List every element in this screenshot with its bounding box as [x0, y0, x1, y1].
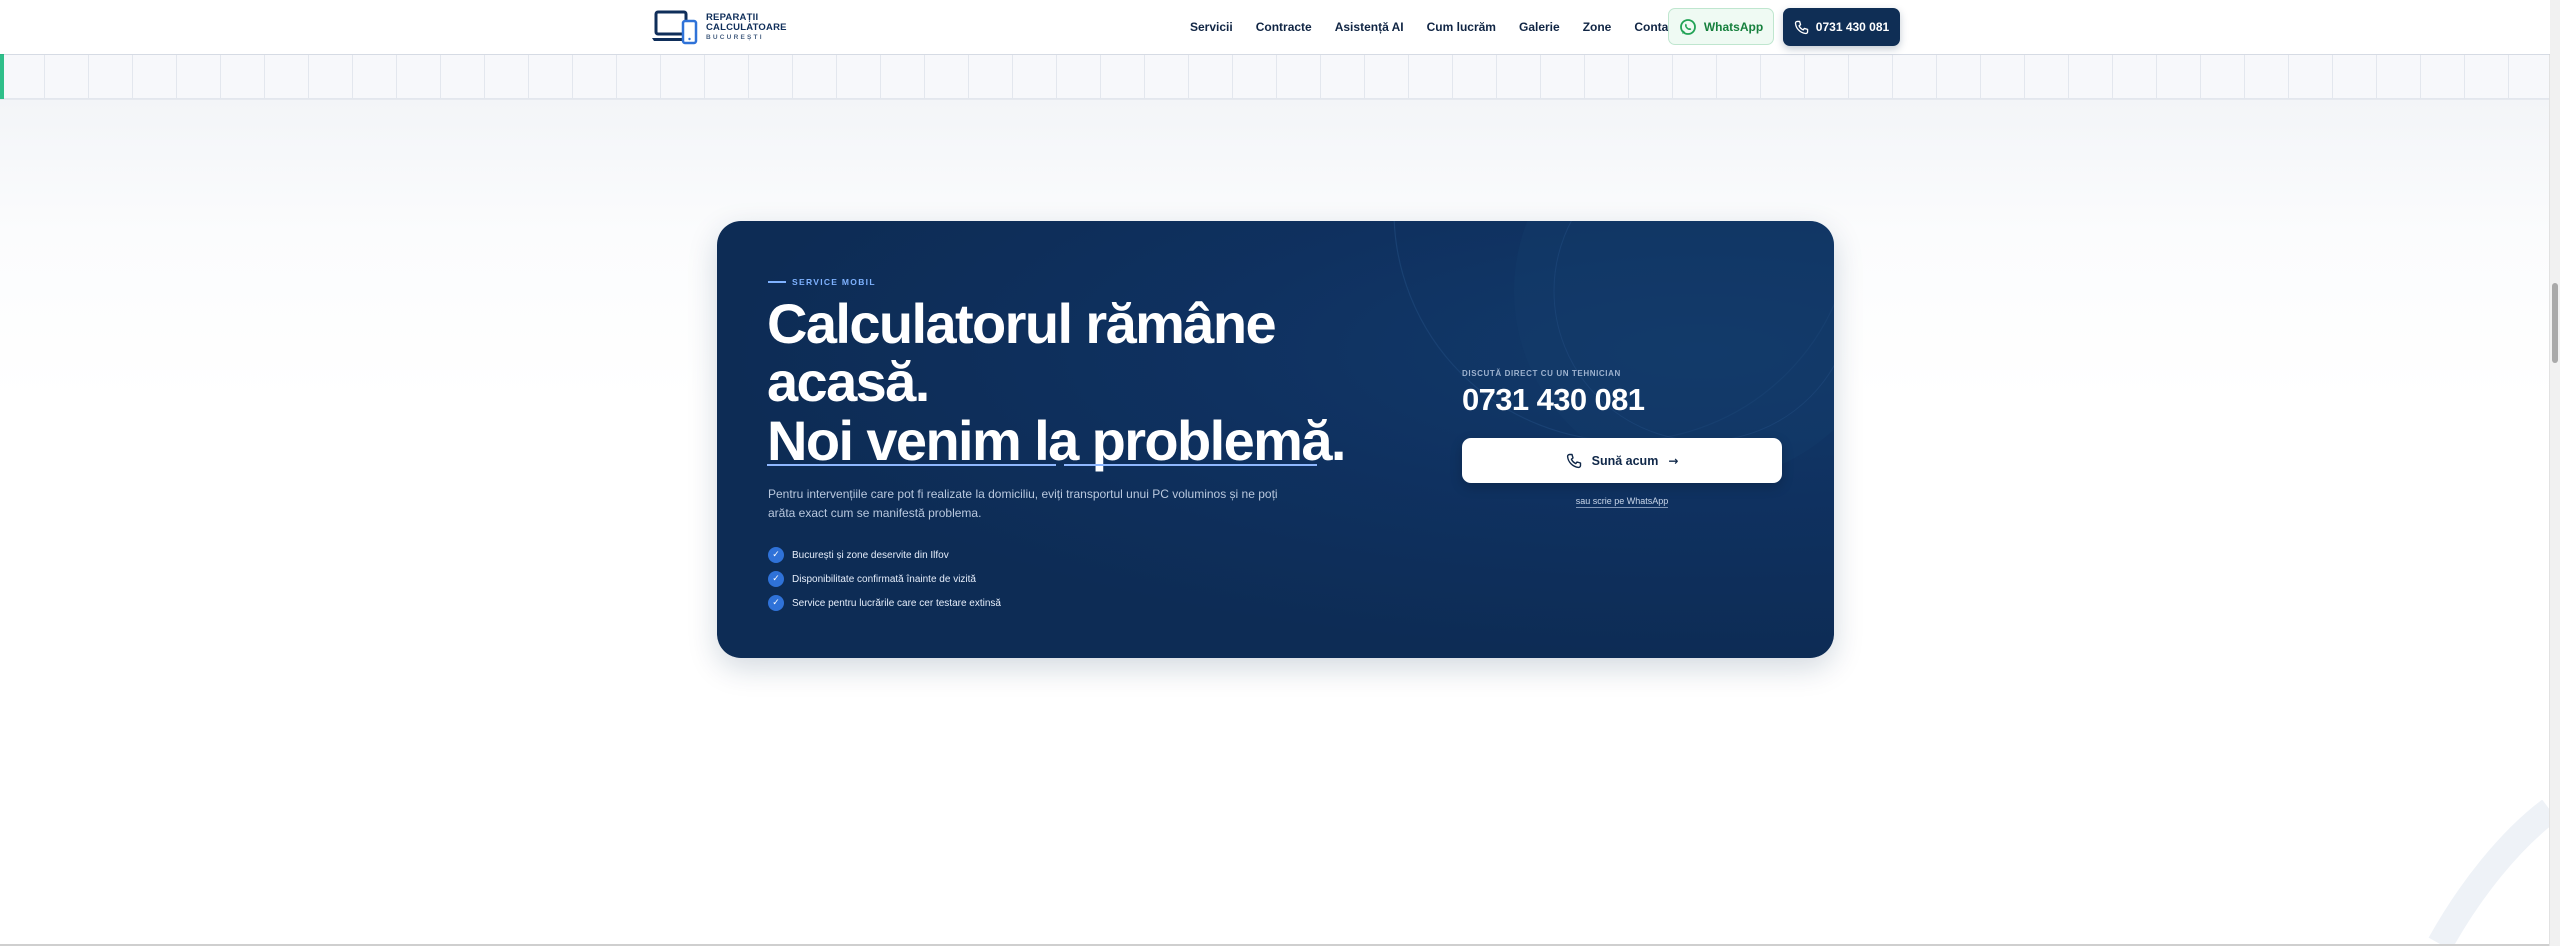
brand-logo[interactable]: REPARAȚII CALCULATOARE BUCUREȘTI — [652, 9, 787, 45]
brand-line-2: CALCULATOARE — [706, 22, 787, 34]
nav-item-asistenta-ai[interactable]: Asistență AI — [1335, 20, 1404, 34]
talk-label: DISCUTĂ DIRECT CU UN TEHNICIAN — [1462, 369, 1621, 378]
call-now-button[interactable]: Sună acum → — [1462, 438, 1782, 483]
scrollbar-thumb[interactable] — [2552, 283, 2558, 363]
list-item-text: Disponibilitate confirmată înainte de vi… — [792, 573, 976, 585]
mobile-service-card: SERVICE MOBIL Calculatorul rămâne acasă.… — [717, 221, 1834, 658]
whatsapp-button[interactable]: WhatsApp — [1668, 8, 1774, 45]
page-title: Calculatorul rămâne acasă. Noi venim la … — [767, 292, 1346, 470]
whatsapp-icon — [1679, 18, 1696, 35]
nav-item-cum-lucram[interactable]: Cum lucrăm — [1427, 20, 1496, 34]
header-phone-button[interactable]: 0731 430 081 — [1783, 8, 1900, 46]
accent-bar — [0, 54, 4, 99]
grid-pattern-band — [0, 54, 2550, 100]
title-line-3: Noi venim la problemă. — [767, 409, 1346, 472]
title-line-2: acasă. — [767, 350, 930, 413]
brand-line-3: BUCUREȘTI — [706, 33, 764, 41]
checkmark-icon: ✓ — [768, 547, 784, 563]
whatsapp-link[interactable]: sau scrie pe WhatsApp — [1462, 496, 1782, 508]
call-now-label: Sună acum — [1591, 453, 1659, 468]
arrow-right-icon: → — [1668, 453, 1679, 468]
nav-item-contracte[interactable]: Contracte — [1256, 20, 1312, 34]
list-item-text: Service pentru lucrările care cer testar… — [792, 597, 1001, 609]
brand-line-1: REPARAȚII — [706, 11, 759, 23]
eyebrow: SERVICE MOBIL — [768, 277, 876, 287]
list-item: ✓ Disponibilitate confirmată înainte de … — [768, 567, 1001, 591]
main-nav: Servicii Contracte Asistență AI Cum lucr… — [1190, 0, 1702, 54]
title-underline-2 — [1064, 464, 1317, 466]
lead-text: Pentru intervențiile care pot fi realiza… — [768, 487, 1278, 520]
feature-list: ✓ București și zone deservite din Ilfov … — [768, 543, 1001, 615]
header-phone-label: 0731 430 081 — [1815, 20, 1890, 34]
whatsapp-link-text: sau scrie pe WhatsApp — [1575, 496, 1669, 508]
corner-decoration — [2428, 800, 2550, 944]
contact-block: DISCUTĂ DIRECT CU UN TEHNICIAN 0731 430 … — [1462, 369, 1645, 418]
nav-item-servicii[interactable]: Servicii — [1190, 20, 1233, 34]
list-item: ✓ Service pentru lucrările care cer test… — [768, 591, 1001, 615]
phone-icon — [1566, 453, 1581, 468]
list-item: ✓ București și zone deservite din Ilfov — [768, 543, 1001, 567]
list-item-text: București și zone deservite din Ilfov — [792, 549, 949, 561]
brand-name: REPARAȚII CALCULATOARE BUCUREȘTI — [706, 13, 787, 42]
phone-number[interactable]: 0731 430 081 — [1462, 382, 1645, 418]
eyebrow-text: SERVICE MOBIL — [792, 277, 876, 287]
checkmark-icon: ✓ — [768, 571, 784, 587]
phone-icon — [1794, 20, 1809, 34]
eyebrow-line — [768, 281, 786, 283]
title-underline-1 — [767, 464, 1056, 466]
checkmark-icon: ✓ — [768, 595, 784, 611]
nav-item-zone[interactable]: Zone — [1583, 20, 1612, 34]
laptop-phone-logo-icon — [652, 9, 698, 45]
nav-item-galerie[interactable]: Galerie — [1519, 20, 1560, 34]
site-header: REPARAȚII CALCULATOARE BUCUREȘTI Servici… — [0, 0, 2550, 54]
page-scrollbar[interactable] — [2549, 0, 2560, 946]
whatsapp-button-label: WhatsApp — [1703, 19, 1764, 34]
title-line-1: Calculatorul rămâne — [767, 292, 1277, 355]
